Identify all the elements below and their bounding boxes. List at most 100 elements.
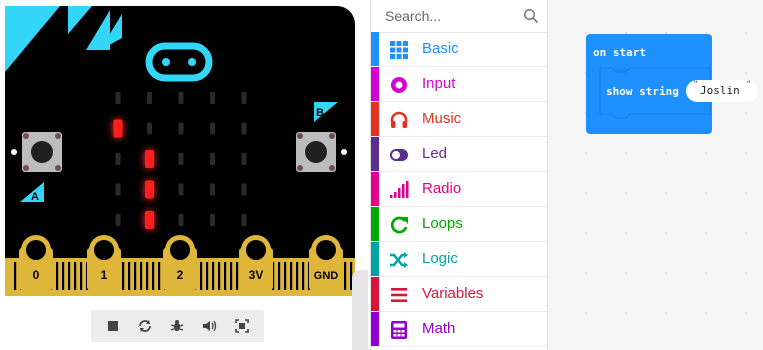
category-label: Basic [422,40,459,57]
led-on [145,211,154,229]
led-off [115,214,121,226]
string-value-text: Joslin [700,84,740,97]
restart-icon [139,320,152,332]
simulator-pane: A B 0 1 2 3V GND [0,0,368,350]
led-off [210,153,215,165]
connector-stripe [200,262,203,290]
category-basic[interactable]: Basic [371,32,547,67]
category-label: Variables [422,285,484,302]
category-label: Math [422,320,456,337]
pin-label: 3V [249,268,264,282]
close-quote-icon: " [746,80,752,90]
on-start-label: on start [593,46,646,59]
connector-stripe [68,262,71,290]
search-icon[interactable] [523,8,539,24]
connector-stripe [74,262,77,290]
category-math[interactable]: Math [371,312,547,347]
toolbox-search [371,0,547,33]
category-label: Music [422,110,462,127]
led-off [178,214,184,226]
led-off [210,92,215,104]
pin-2[interactable]: 2 [163,235,197,290]
led-off [115,183,121,196]
connector-stripe [14,262,17,290]
button-b-label: B [316,107,324,119]
connector-stripe [152,262,155,290]
loop-arrow-icon [390,216,408,234]
connector-stripe [122,262,125,290]
button-a-label: A [31,191,39,203]
connector-stripe [212,262,215,290]
led-off [241,92,247,104]
connector-stripe [146,262,149,290]
toggle-icon [390,149,408,161]
category-led[interactable]: Led [371,137,547,172]
connector-stripe [290,262,293,290]
connector-stripe [224,262,227,290]
led-off [115,92,121,104]
simulator-toolbar [91,310,264,342]
grid-icon [390,41,408,59]
led-off [178,122,184,135]
category-music[interactable]: Music [371,102,547,137]
open-quote-icon: " [693,80,699,90]
pin-gnd[interactable]: GND [309,235,343,290]
connector-stripe [62,262,65,290]
category-radio[interactable]: Radio [371,172,547,207]
fullscreen-button[interactable] [228,312,256,340]
category-logic[interactable]: Logic [371,242,547,277]
led-off [241,183,247,196]
category-label: Led [422,145,448,162]
pin-label: 0 [33,268,40,282]
pin-0[interactable]: 0 [19,235,53,290]
led-off [147,122,152,135]
pin-1[interactable]: 1 [87,235,121,290]
category-variables[interactable]: Variables [371,277,547,312]
connector-stripe [278,262,281,290]
led-off [210,214,215,226]
search-input[interactable] [385,6,515,26]
category-loops[interactable]: Loops [371,207,547,242]
connector-stripe [206,262,209,290]
led-off [178,153,184,165]
led-off [241,214,247,226]
led-off [210,122,215,135]
connector-stripe [128,262,131,290]
mute-icon [202,320,216,332]
input-circle-icon [391,77,407,93]
pin-label: 2 [177,268,184,282]
debug-icon [171,320,184,332]
debug-button[interactable] [163,312,191,340]
led-off [241,153,247,165]
signal-bars-icon [390,181,409,198]
mute-button[interactable] [196,312,224,340]
connector-stripe [284,262,287,290]
list-lines-icon [391,288,407,302]
calculator-icon [391,321,407,339]
led-on [145,150,154,168]
connector-stripe [344,262,347,290]
stop-icon [108,321,119,331]
connector-stripe [80,262,83,290]
category-label: Logic [422,250,458,267]
led-off [115,153,121,165]
connector-stripe [56,262,59,290]
category-label: Input [422,75,456,92]
simulator-scrollbar[interactable] [352,270,368,350]
led-off [241,122,247,135]
toolbox: Basic Input Music Led Radio Loops Logic … [370,0,548,350]
connector-stripe [140,262,143,290]
connector-stripe [302,262,305,290]
led-off [210,183,215,196]
connector-stripe [230,262,233,290]
shuffle-icon [390,252,408,268]
pin-label: 1 [101,268,108,282]
connector-stripe [158,262,161,290]
fullscreen-icon [235,319,249,333]
category-input[interactable]: Input [371,67,547,102]
restart-button[interactable] [131,312,159,340]
stop-button[interactable] [99,312,127,340]
connector-stripe [134,262,137,290]
pin-3v[interactable]: 3V [239,235,273,290]
led-on [113,119,123,138]
